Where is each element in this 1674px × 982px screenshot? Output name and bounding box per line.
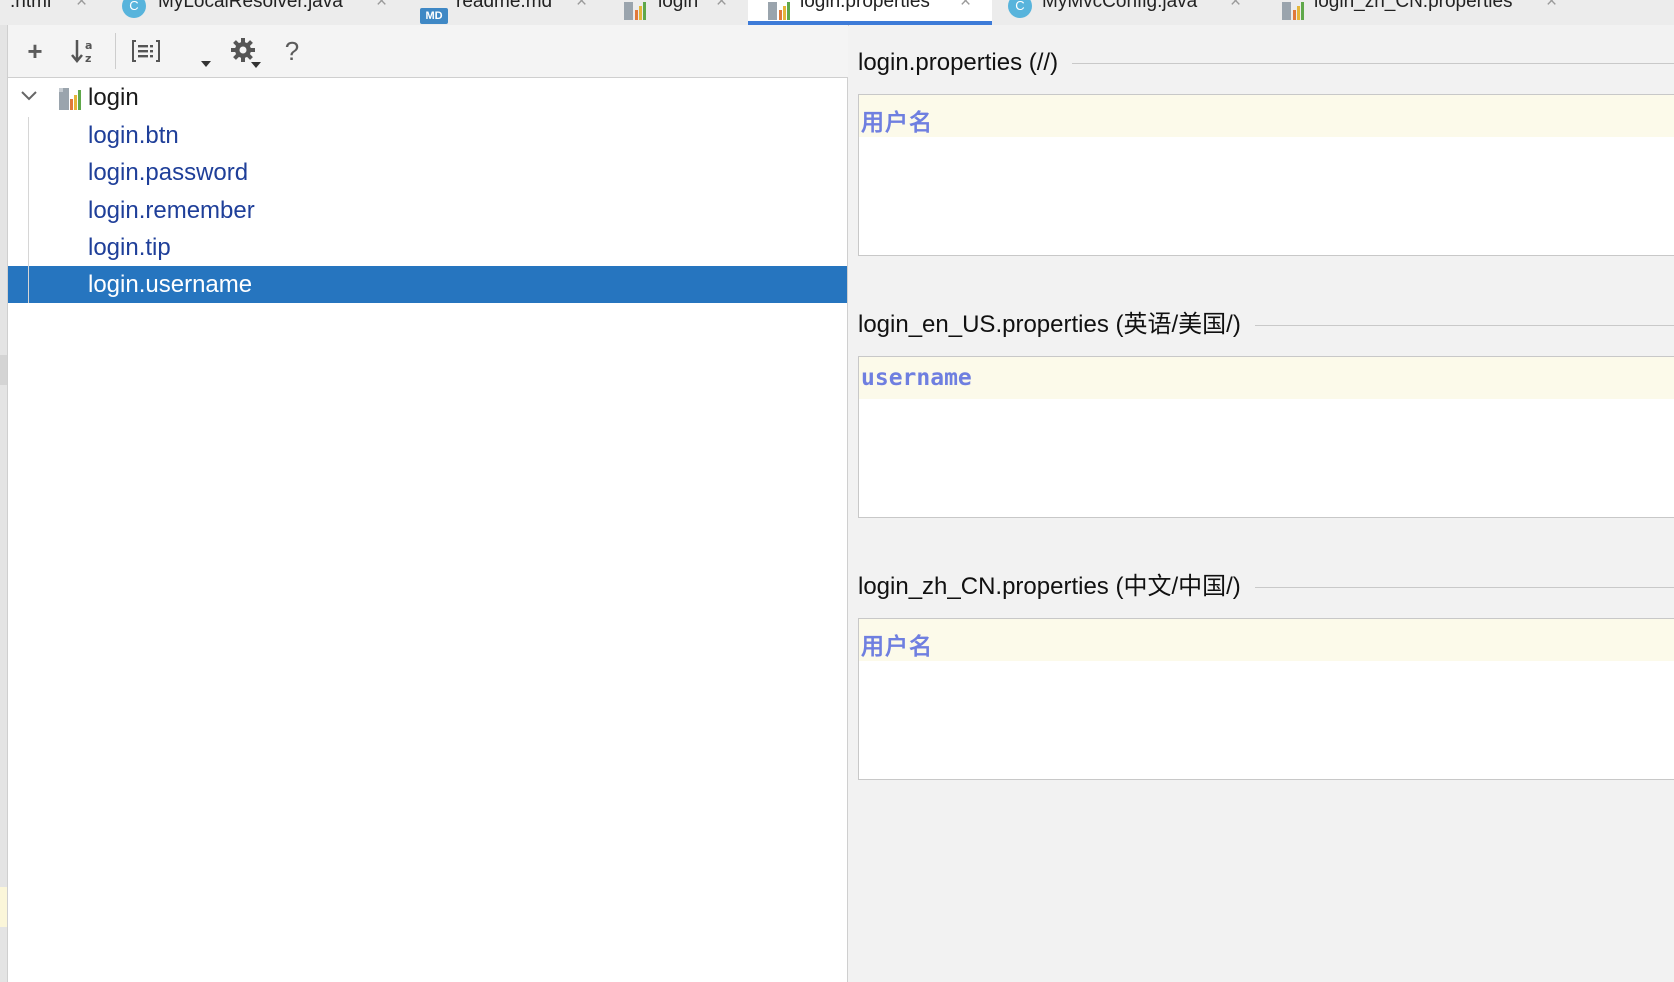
gutter-strip <box>0 25 8 982</box>
close-icon[interactable]: × <box>576 0 587 11</box>
close-icon[interactable]: × <box>76 0 87 11</box>
tab-readme[interactable]: MD readme.md × <box>410 0 606 25</box>
tree-item-login-username[interactable]: login.username <box>8 266 847 303</box>
value-editor-zh-cn[interactable]: 用户名 <box>858 618 1674 780</box>
property-value: 用户名 <box>861 634 933 660</box>
close-icon[interactable]: × <box>1230 0 1241 11</box>
current-line-highlight <box>859 95 1674 137</box>
resource-bundle-icon <box>624 2 646 20</box>
tab-mylocalresolver[interactable]: C MyLocalResolver.java × <box>110 0 410 25</box>
close-icon[interactable]: × <box>716 0 727 11</box>
tree-guide-line <box>28 266 29 303</box>
locale-section-title: login_en_US.properties (英语/美国/) <box>858 311 1255 339</box>
markdown-file-icon: MD <box>420 8 448 24</box>
locale-value-editors: login.properties (//) 用户名 login_en_US.pr… <box>849 25 1674 982</box>
property-key-tree: login login.btn login.password login.rem… <box>8 78 848 982</box>
tab-html-file[interactable]: .html × <box>0 0 108 25</box>
tree-item-login-password[interactable]: login.password <box>8 154 847 191</box>
add-property-button[interactable]: + <box>19 35 51 67</box>
group-by-prefix-button[interactable] <box>130 35 162 67</box>
help-button[interactable]: ? <box>276 35 308 67</box>
property-value: username <box>861 365 972 391</box>
tree-root-node[interactable]: login <box>8 79 847 116</box>
tab-label: MyLocalResolver.java <box>158 0 343 12</box>
editor-tab-bar: .html × C MyLocalResolver.java × MD read… <box>0 0 1674 26</box>
property-key-label: login.username <box>88 271 253 298</box>
help-icon: ? <box>284 35 300 66</box>
value-editor-en-us[interactable]: username <box>858 356 1674 518</box>
tab-label: MyMvcConfig.java <box>1042 0 1198 12</box>
locale-section-title: login.properties (//) <box>858 49 1073 77</box>
close-icon[interactable]: × <box>1546 0 1557 11</box>
close-icon[interactable]: × <box>376 0 387 11</box>
property-key-label: login.password <box>88 159 249 186</box>
gutter-marker <box>0 355 7 385</box>
tab-login-zh-cn[interactable]: login_zh_CN.properties × <box>1270 0 1674 25</box>
tree-item-login-tip[interactable]: login.tip <box>8 229 847 266</box>
gutter-marker <box>0 887 7 927</box>
toolbar-separator <box>115 33 116 69</box>
current-line-highlight <box>859 619 1674 661</box>
locale-section-title: login_zh_CN.properties (中文/中国/) <box>858 573 1255 601</box>
tab-mymvcconfig[interactable]: C MyMvcConfig.java × <box>996 0 1266 25</box>
close-icon[interactable]: × <box>960 0 971 11</box>
group-by-prefix-icon <box>132 40 160 62</box>
tab-label: login <box>658 0 699 12</box>
chevron-down-icon[interactable] <box>20 87 38 105</box>
tab-label: login_zh_CN.properties <box>1314 0 1513 12</box>
gear-icon <box>231 38 255 62</box>
property-value: 用户名 <box>861 110 933 136</box>
current-line-highlight <box>859 357 1674 399</box>
tab-login-properties[interactable]: login.properties × <box>748 0 992 25</box>
tab-label: readme.md <box>456 0 553 12</box>
svg-text:a: a <box>85 39 92 52</box>
resource-bundle-icon <box>768 2 790 20</box>
sort-alphabetically-icon: a z <box>71 39 92 65</box>
chevron-down-icon[interactable] <box>251 62 261 68</box>
tab-label: login.properties <box>800 0 930 12</box>
tree-item-login-remember[interactable]: login.remember <box>8 192 847 229</box>
tree-item-login-btn[interactable]: login.btn <box>8 117 847 154</box>
resource-bundle-icon <box>1282 2 1304 20</box>
tab-login-bundle[interactable]: login × <box>612 0 746 25</box>
add-property-icon: + <box>27 35 43 66</box>
sort-alphabetically-button[interactable]: a z <box>68 35 100 67</box>
java-class-icon: C <box>1008 0 1032 18</box>
tree-root-label: login <box>88 84 139 111</box>
property-key-label: login.remember <box>88 197 255 224</box>
java-class-icon: C <box>122 0 146 18</box>
value-editor-default[interactable]: 用户名 <box>858 94 1674 256</box>
bundle-editor-toolbar: + a z ? <box>8 25 848 78</box>
chevron-down-icon[interactable] <box>201 61 211 67</box>
property-key-label: login.tip <box>88 234 171 261</box>
tab-label: .html <box>10 0 52 12</box>
svg-text:z: z <box>85 52 91 65</box>
property-key-label: login.btn <box>88 122 179 149</box>
resource-bundle-icon <box>59 88 81 110</box>
